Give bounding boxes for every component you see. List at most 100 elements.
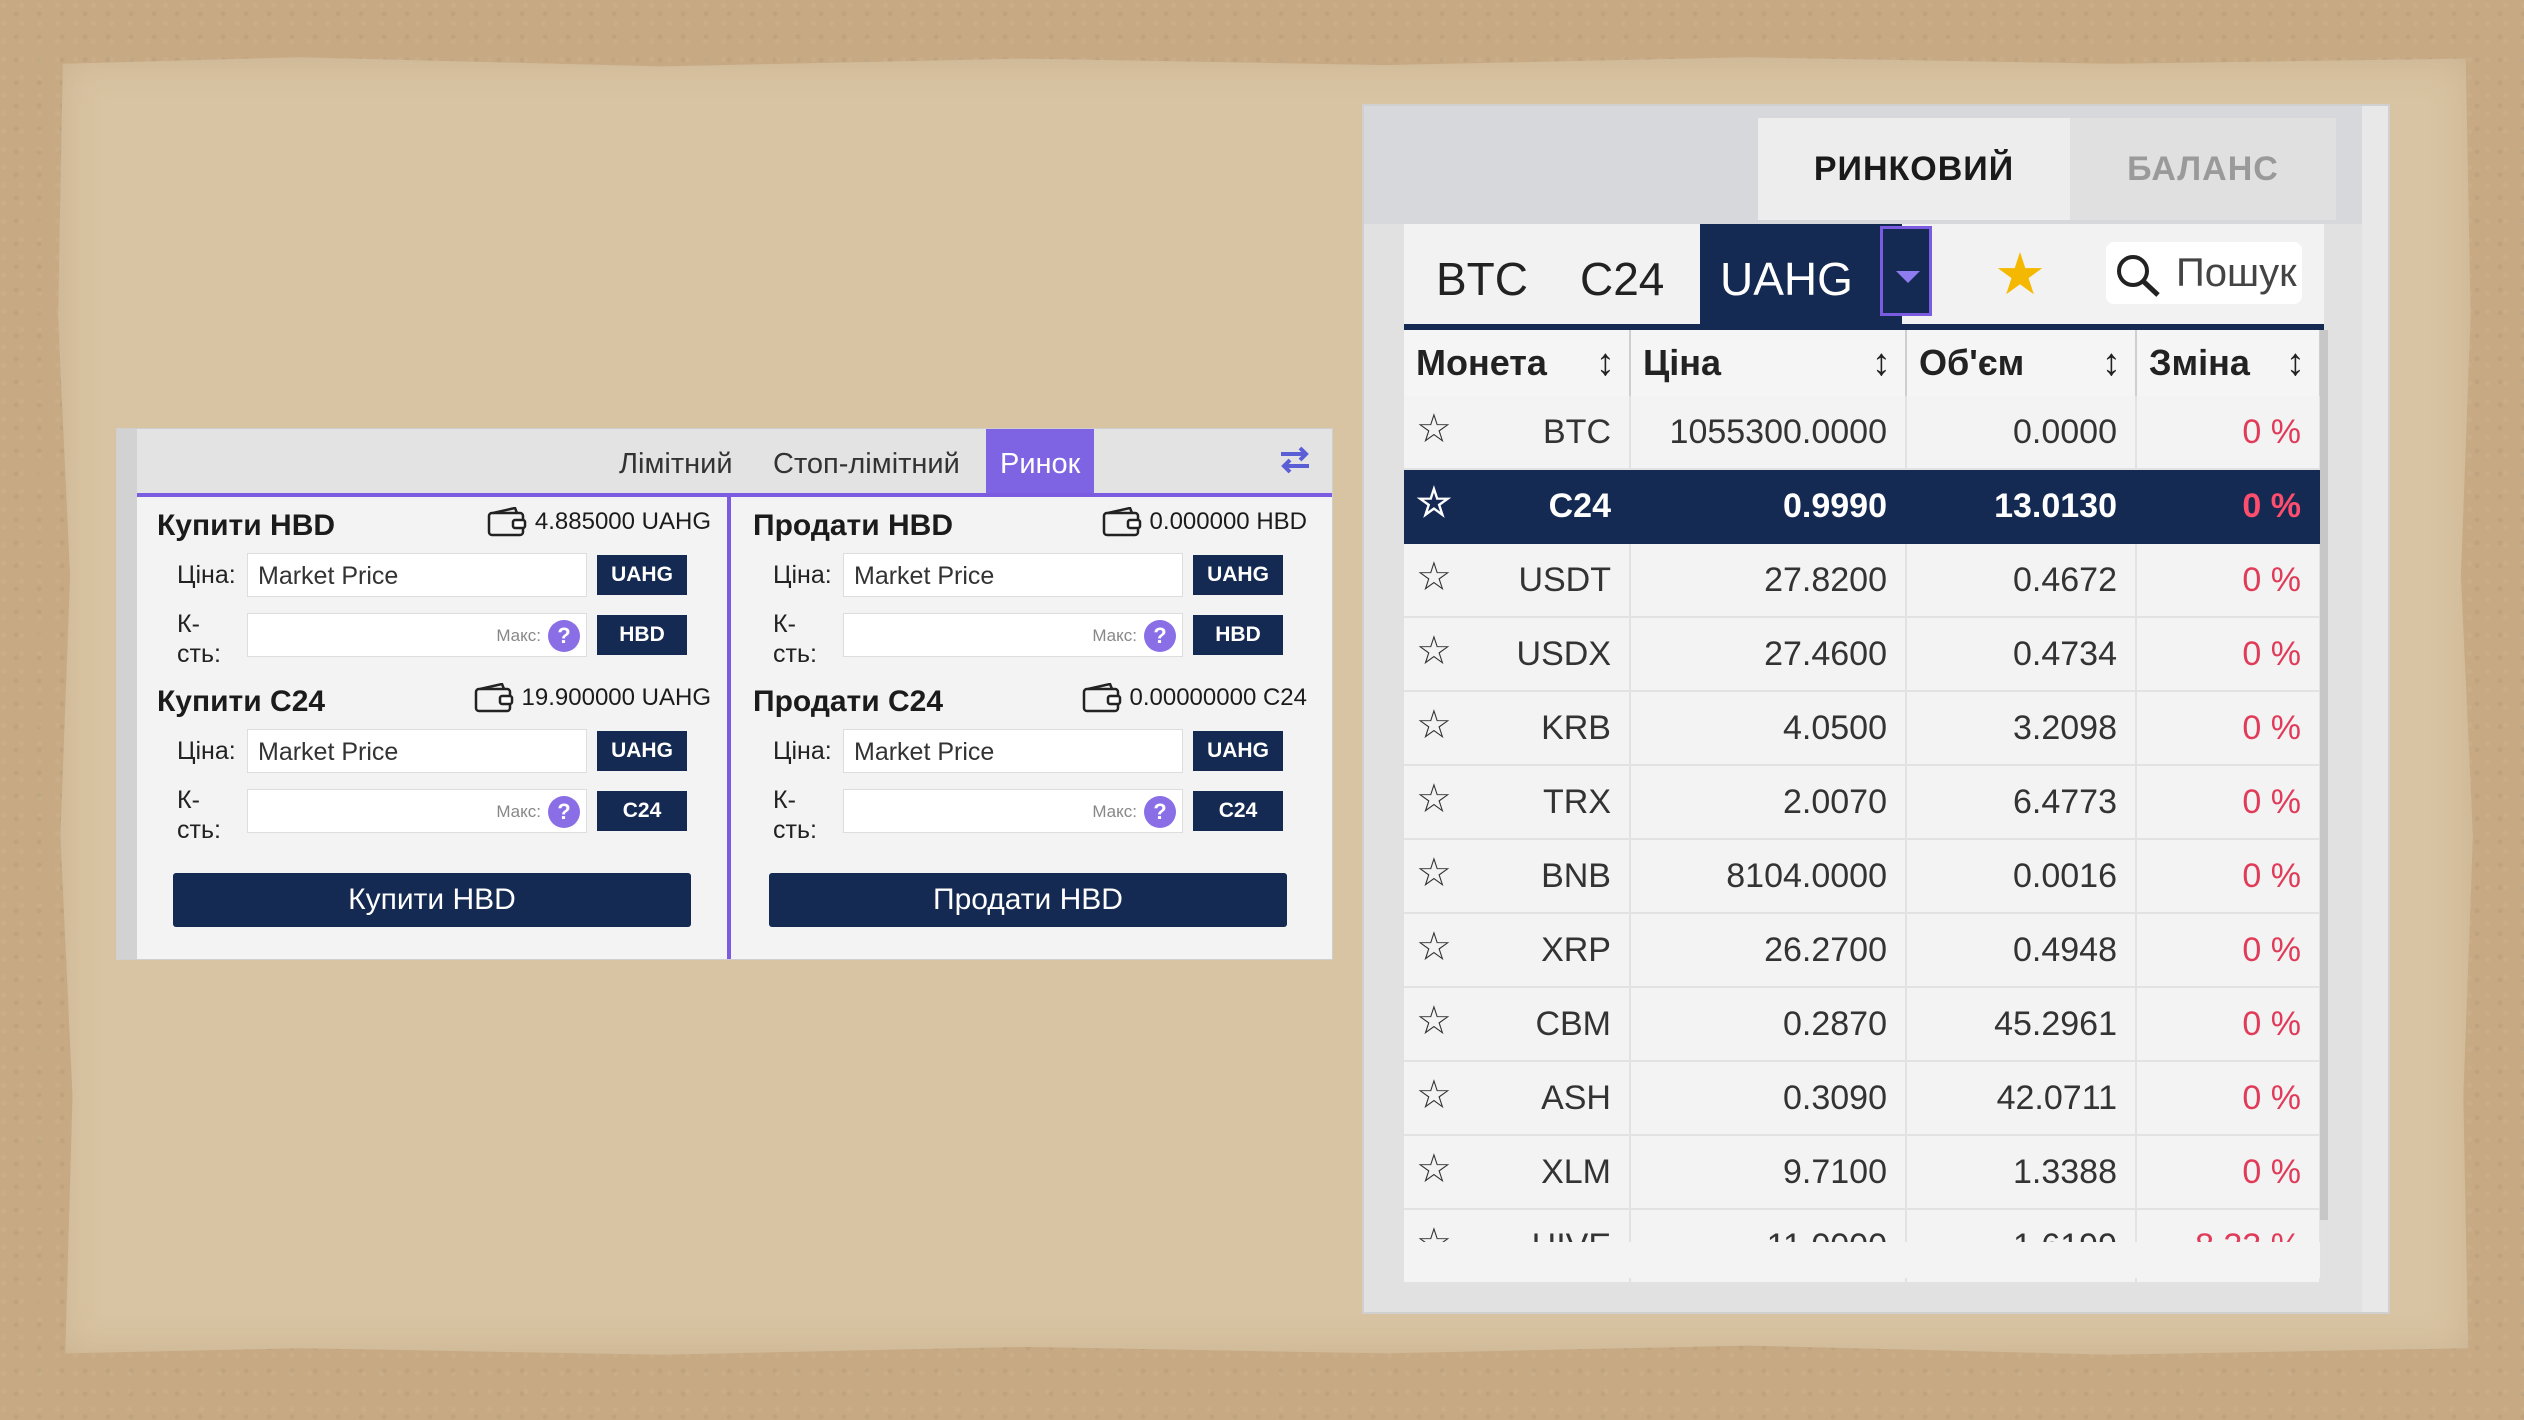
price-cell: 0.3090 — [1630, 1061, 1907, 1136]
table-row[interactable]: ☆ TRX 2.0070 6.4773 0 % — [1404, 765, 2321, 840]
volume-cell: 0.4672 — [1906, 543, 2137, 618]
price-cell: 27.4600 — [1630, 617, 1907, 692]
table-row[interactable]: ☆ BNB 8104.0000 0.0016 0 % — [1404, 839, 2321, 914]
swap-icon[interactable] — [1278, 443, 1312, 477]
change-cell: 0 % — [2136, 691, 2321, 766]
sell-hbd-title: Продати HBD — [753, 509, 954, 542]
favorite-star-icon[interactable]: ☆ — [1416, 924, 1452, 970]
price-cell: 2.0070 — [1630, 765, 1907, 840]
buy-hbd-title: Купити HBD — [157, 509, 336, 542]
table-row[interactable]: ☆ ASH 0.3090 42.0711 0 % — [1404, 1061, 2321, 1136]
search-placeholder: Пошук — [2176, 251, 2297, 295]
sort-icon[interactable]: ↕ — [2286, 342, 2305, 385]
favorite-star-icon[interactable]: ☆ — [1416, 850, 1452, 896]
col-coin[interactable]: Монета ↕ — [1404, 330, 1631, 396]
price-cell: 26.2700 — [1630, 913, 1907, 988]
tab-market-list[interactable]: РИНКОВИЙ — [1758, 118, 2070, 220]
trade-panel: Лімітний Стоп-лімітний Ринок Купити HBD … — [116, 428, 1333, 960]
favorite-star-icon[interactable]: ☆ — [1416, 554, 1452, 600]
help-icon[interactable]: ? — [1144, 796, 1176, 828]
qty-label-line1: К- — [773, 610, 796, 638]
sell-c24-price-input[interactable]: Market Price — [843, 729, 1183, 773]
favorite-star-icon[interactable]: ☆ — [1416, 998, 1452, 1044]
favorite-star-icon[interactable]: ☆ — [1416, 406, 1452, 452]
currency-btc[interactable]: BTC — [1436, 224, 1528, 324]
price-cell: 4.0500 — [1630, 691, 1907, 766]
table-row[interactable]: ☆ XLM 9.7100 1.3388 0 % — [1404, 1135, 2321, 1210]
favorite-star-icon[interactable]: ☆ — [1416, 776, 1452, 822]
max-label: Макс: — [496, 802, 541, 821]
favorite-star-icon[interactable]: ☆ — [1416, 1146, 1452, 1192]
sell-hbd-price-input[interactable]: Market Price — [843, 553, 1183, 597]
tab-balance[interactable]: БАЛАНС — [2070, 118, 2336, 220]
table-row[interactable]: ☆ USDT 27.8200 0.4672 0 % — [1404, 543, 2321, 618]
price-cell: 0.9990 — [1630, 469, 1907, 544]
currency-dropdown-chevron-icon[interactable] — [1880, 226, 1932, 316]
currency-uahg[interactable]: UAHG — [1700, 224, 1902, 324]
help-icon[interactable]: ? — [548, 796, 580, 828]
change-cell: 0 % — [2136, 839, 2321, 914]
sell-hbd-qty-input[interactable]: Макс: ? — [843, 613, 1183, 657]
change-cell: 0 % — [2136, 617, 2321, 692]
col-coin-label: Монета — [1416, 342, 1547, 383]
price-cell: 1055300.0000 — [1630, 396, 1907, 470]
table-scrollbar[interactable] — [2320, 330, 2328, 1220]
tab-limit[interactable]: Лімітний — [619, 429, 733, 493]
qty-label-line2: сть: — [177, 816, 221, 844]
table-row[interactable]: ☆ XRP 26.2700 0.4948 0 % — [1404, 913, 2321, 988]
favorite-star-icon[interactable]: ☆ — [1416, 1072, 1452, 1118]
search-input[interactable]: Пошук — [2106, 242, 2302, 304]
sell-hbd-price-unit: UAHG — [1193, 555, 1283, 595]
buy-c24-price-input[interactable]: Market Price — [247, 729, 587, 773]
buy-hbd-qty-input[interactable]: Макс: ? — [247, 613, 587, 657]
coin-column: ☆ TRX — [1404, 765, 1631, 840]
currency-bar: BTC C24 UAHG ★ Пошук — [1404, 224, 2324, 330]
favorites-star-icon[interactable]: ★ — [1994, 242, 2046, 308]
buy-hbd-price-input[interactable]: Market Price — [247, 553, 587, 597]
tab-market[interactable]: Ринок — [986, 429, 1095, 493]
change-cell: 0 % — [2136, 469, 2321, 544]
tab-stop-limit[interactable]: Стоп-лімітний — [773, 429, 960, 493]
panel-scrollbar[interactable] — [2362, 106, 2388, 1312]
price-cell: 8104.0000 — [1630, 839, 1907, 914]
coin-column: ☆ XLM — [1404, 1135, 1631, 1210]
help-icon[interactable]: ? — [1144, 620, 1176, 652]
coin-label: KRB — [1541, 708, 1611, 747]
sort-icon[interactable]: ↕ — [1596, 342, 1615, 385]
currency-c24[interactable]: C24 — [1580, 224, 1664, 324]
sell-c24-qty-input[interactable]: Макс: ? — [843, 789, 1183, 833]
max-label: Макс: — [1092, 802, 1137, 821]
table-row[interactable]: ☆ USDX 27.4600 0.4734 0 % — [1404, 617, 2321, 692]
buy-c24-balance-value: 19.900000 UAHG — [521, 684, 711, 711]
sell-c24-qty-unit: C24 — [1193, 791, 1283, 831]
coin-column: ☆ USDT — [1404, 543, 1631, 618]
buy-hbd-button[interactable]: Купити HBD — [173, 873, 691, 927]
favorite-star-icon[interactable]: ☆ — [1416, 628, 1452, 674]
help-icon[interactable]: ? — [548, 620, 580, 652]
coin-label: BTC — [1543, 412, 1611, 451]
favorite-star-icon[interactable]: ☆ — [1416, 702, 1452, 748]
sort-icon[interactable]: ↕ — [2102, 342, 2121, 385]
market-table: Монета ↕ Ціна ↕ Об'єм ↕ Зміна ↕ ☆ BTC 1055300.… — [1404, 330, 2321, 1284]
coin-label: XLM — [1541, 1152, 1611, 1191]
column-divider — [727, 497, 731, 959]
volume-cell: 6.4773 — [1906, 765, 2137, 840]
coin-column: ☆ BTC — [1404, 396, 1631, 470]
col-price[interactable]: Ціна ↕ — [1630, 330, 1907, 396]
change-cell: 0 % — [2136, 396, 2321, 470]
table-row[interactable]: ☆ C24 0.9990 13.0130 0 % — [1404, 469, 2321, 544]
table-row[interactable]: ☆ CBM 0.2870 45.2961 0 % — [1404, 987, 2321, 1062]
col-change[interactable]: Зміна ↕ — [2136, 330, 2321, 396]
sell-hbd-button[interactable]: Продати HBD — [769, 873, 1287, 927]
price-cell: 9.7100 — [1630, 1135, 1907, 1210]
table-row[interactable]: ☆ KRB 4.0500 3.2098 0 % — [1404, 691, 2321, 766]
qty-label-line2: сть: — [773, 816, 817, 844]
buy-hbd-price-label: Ціна: — [177, 561, 236, 589]
volume-cell: 0.4948 — [1906, 913, 2137, 988]
col-volume[interactable]: Об'єм ↕ — [1906, 330, 2137, 396]
wallet-icon — [1102, 507, 1141, 537]
sort-icon[interactable]: ↕ — [1872, 342, 1891, 385]
favorite-star-icon[interactable]: ☆ — [1416, 480, 1452, 526]
buy-c24-qty-input[interactable]: Макс: ? — [247, 789, 587, 833]
table-row[interactable]: ☆ BTC 1055300.0000 0.0000 0 % — [1404, 396, 2321, 470]
